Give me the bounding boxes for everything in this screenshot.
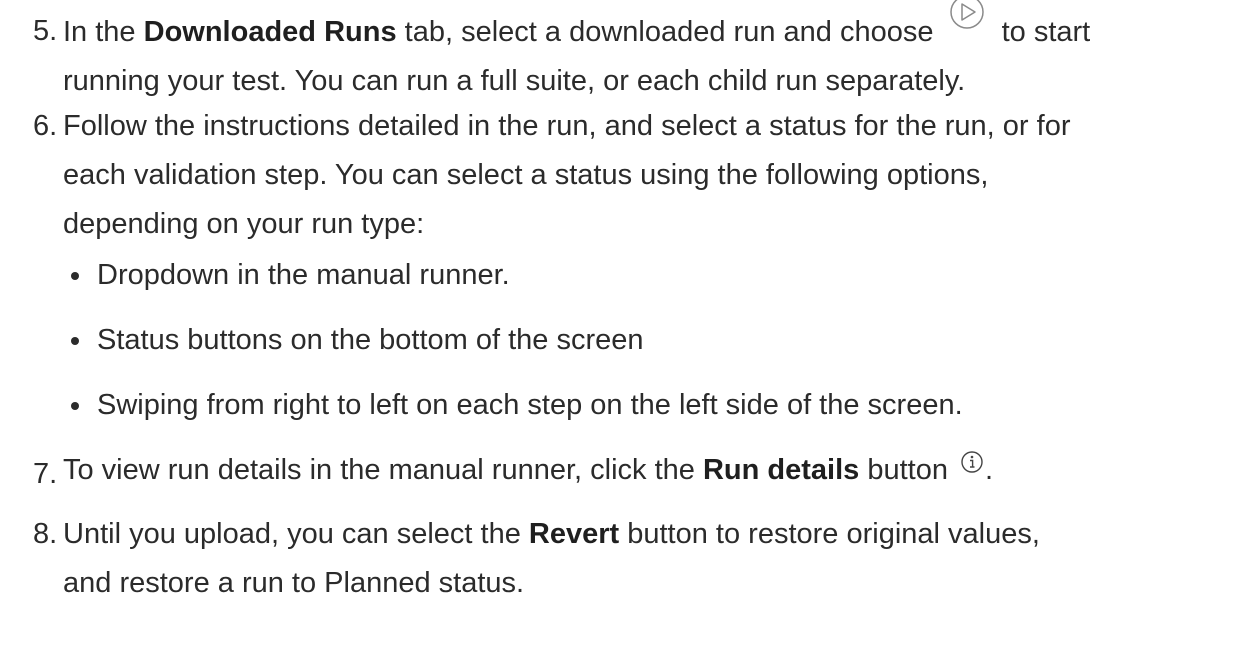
ui-term-run-details: Run details (702, 454, 860, 486)
text-run: button (859, 454, 957, 486)
bullet-dot (71, 272, 79, 280)
step-text: Until you upload, you can select the Rev… (63, 510, 1233, 608)
text-run: . (985, 454, 994, 486)
text-run: to start (993, 16, 1091, 48)
info-circle-icon (961, 451, 983, 473)
step-line: and restore a run to Planned status. (63, 567, 525, 599)
step-number: 8. (33, 518, 58, 550)
play-circle-icon (949, 0, 984, 29)
step-line: To view run details in the manual runner… (63, 446, 1233, 495)
step-text: Follow the instructions detailed in the … (63, 102, 1233, 249)
document-page: 5. In the Downloaded Runs tab, select a … (0, 0, 1248, 645)
step-number: 5. (33, 15, 58, 47)
text-run: tab, select a downloaded run and choose (396, 16, 942, 48)
list-item-text: Swiping from right to left on each step … (97, 389, 963, 421)
text-run: To view run details in the manual runner… (63, 454, 703, 486)
list-item-text: Status buttons on the bottom of the scre… (97, 324, 644, 356)
bullet-dot (71, 402, 79, 410)
list-item-text: Dropdown in the manual runner. (97, 259, 510, 291)
step-text: To view run details in the manual runner… (63, 446, 1233, 495)
step-line: In the Downloaded Runs tab, select a dow… (63, 0, 1233, 57)
step-number: 6. (33, 110, 58, 142)
step-number: 7. (33, 458, 58, 490)
step-line: depending on your run type: (63, 208, 425, 240)
step-line: Follow the instructions detailed in the … (63, 110, 1071, 142)
bullet-dot (71, 337, 79, 345)
ui-term-revert: Revert (528, 518, 620, 550)
text-run: Until you upload, you can select the (63, 518, 529, 550)
text-run: button to restore original values, (619, 518, 1040, 550)
step-line: running your test. You can run a full su… (63, 65, 966, 97)
step-line: Until you upload, you can select the Rev… (63, 510, 1233, 559)
ui-term-downloaded-runs: Downloaded Runs (143, 16, 397, 48)
text-run: In the (63, 16, 144, 48)
step-text: In the Downloaded Runs tab, select a dow… (63, 0, 1233, 106)
step-line: each validation step. You can select a s… (63, 159, 989, 191)
